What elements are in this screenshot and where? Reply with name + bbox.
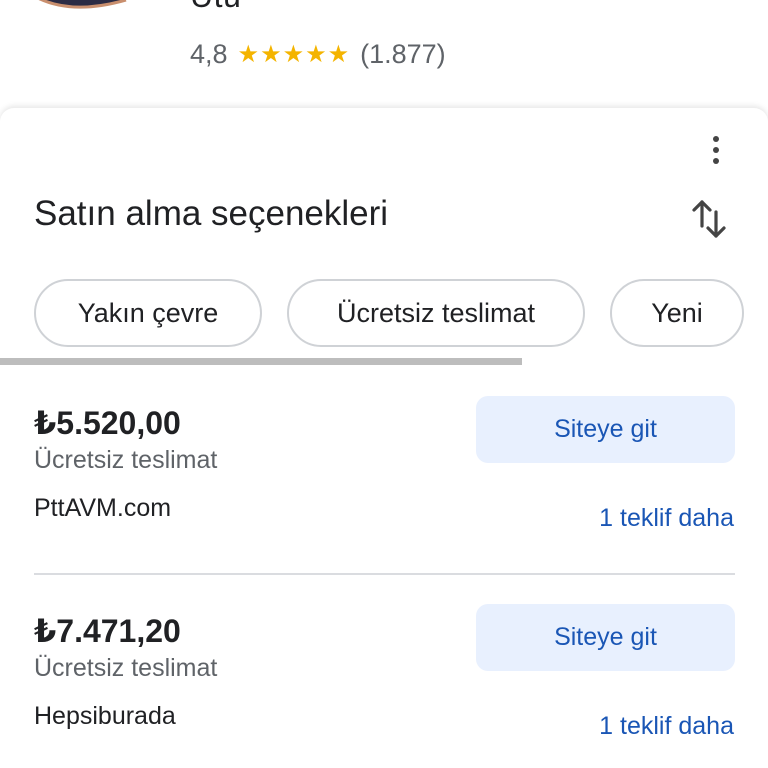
more-offers-link[interactable]: 1 teklif daha [599,712,734,741]
page: Ütü 4,8 ★★★★★ (1.877) Satın alma seçenek… [0,0,768,768]
star-rating-icon: ★★★★★ [237,40,351,68]
review-count: (1.877) [360,38,446,69]
product-header: Ütü 4,8 ★★★★★ (1.877) [0,0,768,108]
offer-shipping: Ücretsiz teslimat [34,654,218,682]
offer-price: ₺7.471,20 [34,613,181,649]
product-title: Ütü [190,0,241,15]
chip-free-delivery[interactable]: Ücretsiz teslimat [287,279,585,347]
offer-shipping: Ücretsiz teslimat [34,446,218,474]
chips-scrollbar[interactable] [0,358,522,365]
divider [34,573,735,575]
offer-row: ₺5.520,00 Ücretsiz teslimat PttAVM.com S… [0,396,768,584]
filter-chips: Yakın çevre Ücretsiz teslimat Yeni [34,279,768,349]
more-vert-icon[interactable] [700,128,732,172]
rating-row[interactable]: 4,8 ★★★★★ (1.877) [190,36,446,72]
offer-row: ₺7.471,20 Ücretsiz teslimat Hepsiburada … [0,604,768,768]
rating-value: 4,8 [190,38,228,69]
purchase-options-card: Satın alma seçenekleri Yakın çevre Ücret… [0,108,768,768]
section-title: Satın alma seçenekleri [34,194,389,233]
visit-site-button[interactable]: Siteye git [476,396,735,463]
chip-nearby[interactable]: Yakın çevre [34,279,262,347]
visit-site-button[interactable]: Siteye git [476,604,735,671]
offer-seller: PttAVM.com [34,494,172,522]
product-image[interactable] [30,0,138,22]
offer-price: ₺5.520,00 [34,405,181,441]
chip-new[interactable]: Yeni [610,279,744,347]
offer-seller: Hepsiburada [34,702,176,730]
swap-vert-icon[interactable] [688,196,732,244]
more-offers-link[interactable]: 1 teklif daha [599,504,734,533]
